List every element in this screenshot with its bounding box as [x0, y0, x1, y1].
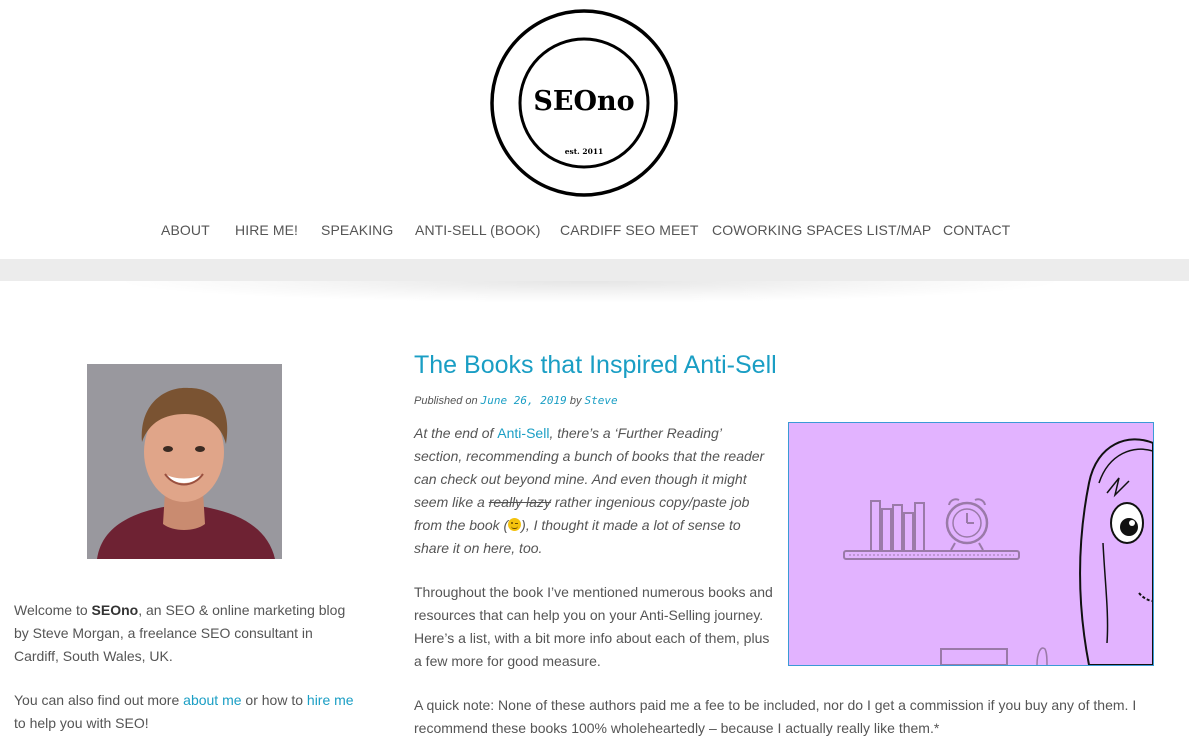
featured-image — [788, 422, 1154, 666]
wink-emoji-icon — [508, 518, 522, 531]
post-date-link[interactable]: June 26, 2019 — [481, 394, 567, 407]
main-navigation: ABOUT HIRE ME! SPEAKING ANTI-SELL (BOOK)… — [0, 222, 1189, 242]
logo-text: SEOno — [533, 86, 634, 117]
hire-me-link[interactable]: hire me — [307, 692, 354, 708]
header-shadow — [110, 281, 1070, 303]
nav-item-hire-me[interactable]: HIRE ME! — [235, 222, 298, 238]
header-divider-bar — [0, 259, 1189, 281]
nav-item-about[interactable]: ABOUT — [161, 222, 210, 238]
brand-name: SEOno — [91, 602, 139, 618]
nav-item-anti-sell[interactable]: ANTI-SELL (BOOK) — [415, 222, 541, 238]
nav-item-contact[interactable]: CONTACT — [943, 222, 1010, 238]
nav-item-cardiff-seo-meet[interactable]: CARDIFF SEO MEET — [560, 222, 699, 238]
logo-est-text: est. 2011 — [565, 147, 604, 156]
post-author-link[interactable]: Steve — [585, 394, 618, 407]
post-intro-paragraph: At the end of Anti-Sell, there’s a ‘Furt… — [414, 425, 765, 556]
nav-item-speaking[interactable]: SPEAKING — [321, 222, 393, 238]
post-title[interactable]: The Books that Inspired Anti-Sell — [414, 351, 777, 380]
post-meta: Published on June 26, 2019 by Steve — [414, 394, 618, 407]
author-photo — [87, 364, 282, 559]
logo-emblem: SEOno est. 2011 — [490, 9, 678, 197]
post-paragraph-2: Throughout the book I’ve mentioned numer… — [414, 584, 773, 669]
site-logo[interactable]: SEOno est. 2011 — [489, 8, 679, 198]
about-me-link[interactable]: about me — [183, 692, 241, 708]
nav-item-coworking-spaces[interactable]: COWORKING SPACES LIST/MAP — [712, 222, 931, 238]
post-paragraph-3: A quick note: None of these authors paid… — [414, 697, 1137, 736]
anti-sell-link[interactable]: Anti-Sell — [497, 425, 549, 441]
sidebar-welcome-text: Welcome to SEOno, an SEO & online market… — [14, 602, 346, 664]
sidebar-more-text: You can also find out more about me or h… — [14, 692, 354, 731]
